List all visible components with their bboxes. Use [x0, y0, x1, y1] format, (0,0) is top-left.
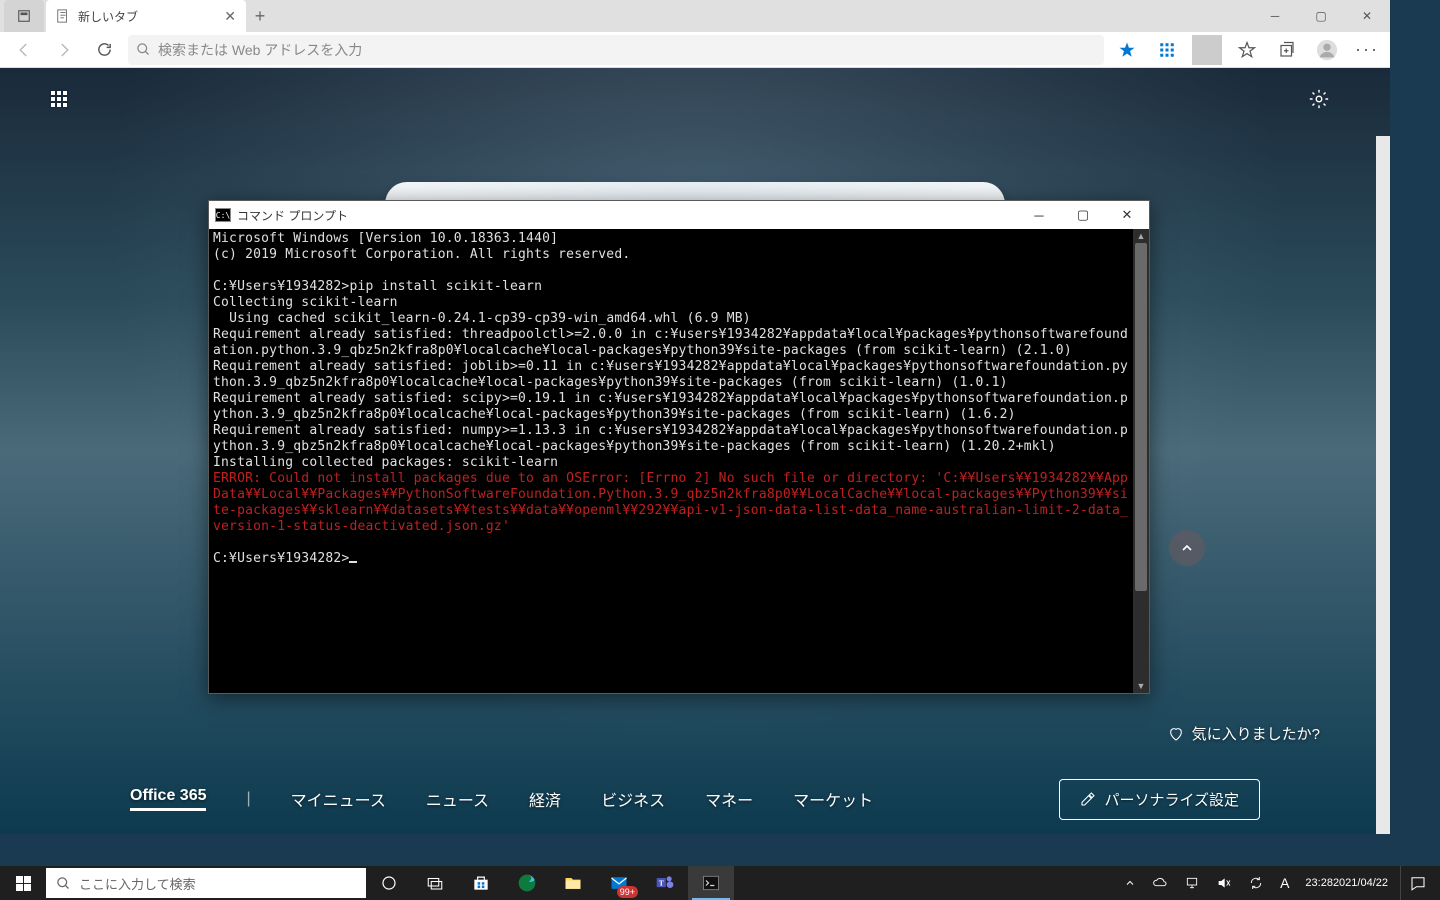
- collections-icon[interactable]: [1272, 35, 1302, 65]
- nav-separator: |: [246, 790, 250, 808]
- cmd-titlebar[interactable]: C:\ コマンド プロンプト ─ ▢ ✕: [209, 201, 1149, 229]
- tray-sync-icon[interactable]: [1244, 866, 1268, 900]
- tab-close-icon[interactable]: ✕: [224, 8, 236, 25]
- nav-market[interactable]: マーケット: [793, 787, 873, 811]
- tray-notification-icon[interactable]: [1400, 866, 1434, 900]
- cortana-icon[interactable]: [366, 866, 412, 900]
- cmd-output-error: ERROR: Could not install packages due to…: [213, 471, 1128, 534]
- cmd-minimize-button[interactable]: ─: [1017, 201, 1061, 229]
- personalize-label: パーソナライズ設定: [1104, 789, 1239, 810]
- address-bar: 検索または Web アドレスを入力 ···: [0, 32, 1390, 68]
- menu-icon[interactable]: ···: [1352, 35, 1382, 65]
- profile-icon[interactable]: [1312, 35, 1342, 65]
- refresh-button[interactable]: [88, 34, 120, 66]
- like-prompt[interactable]: 気に入りましたか?: [1168, 723, 1320, 744]
- cmd-output[interactable]: Microsoft Windows [Version 10.0.18363.14…: [209, 229, 1133, 693]
- tab-add-button[interactable]: +: [246, 6, 274, 27]
- taskbar-explorer-icon[interactable]: [550, 866, 596, 900]
- nav-business[interactable]: ビジネス: [601, 787, 665, 811]
- back-button[interactable]: [8, 34, 40, 66]
- newtab-bottom-nav: Office 365 | マイニュース ニュース 経済 ビジネス マネー マーケ…: [0, 764, 1390, 834]
- svg-text:T: T: [659, 879, 664, 888]
- scroll-up-button[interactable]: [1169, 530, 1205, 566]
- apps-grid-icon[interactable]: [1152, 35, 1182, 65]
- nav-money[interactable]: マネー: [705, 787, 753, 811]
- address-input[interactable]: 検索または Web アドレスを入力: [128, 35, 1104, 65]
- personalize-button[interactable]: パーソナライズ設定: [1059, 779, 1260, 820]
- browser-scrollbar[interactable]: [1376, 136, 1390, 834]
- tray-date: 2021/04/22: [1333, 877, 1388, 890]
- taskbar-store-icon[interactable]: [458, 866, 504, 900]
- mail-badge: 99+: [617, 886, 638, 898]
- tab-strip: 新しいタブ ✕ + ─ ▢ ✕: [0, 0, 1390, 32]
- minimize-button[interactable]: ─: [1252, 0, 1298, 32]
- maximize-button[interactable]: ▢: [1298, 0, 1344, 32]
- cmd-icon: C:\: [215, 208, 231, 222]
- scroll-thumb[interactable]: [1135, 243, 1147, 591]
- nav-office365[interactable]: Office 365: [130, 787, 206, 811]
- taskbar-search-placeholder: ここに入力して検索: [79, 874, 196, 893]
- taskbar: ここに入力して検索 99+ T A 23:28 2021/04/22: [0, 866, 1440, 900]
- tray-clock[interactable]: 23:28 2021/04/22: [1301, 866, 1392, 900]
- window-controls: ─ ▢ ✕: [1252, 0, 1390, 32]
- tab-active[interactable]: 新しいタブ ✕: [46, 0, 246, 32]
- system-tray: A 23:28 2021/04/22: [1120, 866, 1440, 900]
- tab-pinned[interactable]: [4, 0, 44, 32]
- scroll-up-arrow-icon[interactable]: ▲: [1133, 229, 1149, 243]
- nav-economy[interactable]: 経済: [529, 787, 561, 811]
- taskbar-cmd-icon[interactable]: [688, 866, 734, 900]
- cmd-prompt: C:¥Users¥1934282>: [213, 551, 349, 566]
- task-view-icon[interactable]: [412, 866, 458, 900]
- taskbar-edge-icon[interactable]: [504, 866, 550, 900]
- cmd-title-text: コマンド プロンプト: [237, 207, 348, 224]
- start-button[interactable]: [0, 866, 46, 900]
- toolbar-divider: [1192, 35, 1222, 65]
- forward-button[interactable]: [48, 34, 80, 66]
- tab-page-icon: [56, 9, 70, 23]
- tray-ime-icon[interactable]: A: [1276, 866, 1293, 900]
- tray-time: 23:28: [1305, 877, 1333, 890]
- tray-onedrive-icon[interactable]: [1148, 866, 1172, 900]
- like-prompt-label: 気に入りましたか?: [1192, 723, 1320, 744]
- address-placeholder: 検索または Web アドレスを入力: [158, 40, 362, 60]
- taskbar-mail-icon[interactable]: 99+: [596, 866, 642, 900]
- favorites-icon[interactable]: [1232, 35, 1262, 65]
- search-icon: [136, 42, 151, 57]
- tray-chevron-icon[interactable]: [1120, 866, 1140, 900]
- tray-volume-icon[interactable]: [1212, 866, 1236, 900]
- gear-icon[interactable]: [1308, 88, 1330, 110]
- app-launcher-icon[interactable]: [50, 90, 68, 108]
- tray-network-icon[interactable]: [1180, 866, 1204, 900]
- nav-mynews[interactable]: マイニュース: [291, 787, 386, 811]
- command-prompt-window: C:\ コマンド プロンプト ─ ▢ ✕ Microsoft Windows […: [208, 200, 1150, 694]
- taskbar-search-input[interactable]: ここに入力して検索: [46, 868, 366, 898]
- cmd-scrollbar[interactable]: ▲ ▼: [1133, 229, 1149, 693]
- nav-news[interactable]: ニュース: [426, 787, 489, 811]
- cmd-output-plain: Microsoft Windows [Version 10.0.18363.14…: [213, 231, 1128, 470]
- cursor-icon: [349, 561, 357, 563]
- scroll-down-arrow-icon[interactable]: ▼: [1133, 679, 1149, 693]
- favorite-star-icon[interactable]: [1112, 35, 1142, 65]
- cmd-close-button[interactable]: ✕: [1105, 201, 1149, 229]
- close-button[interactable]: ✕: [1344, 0, 1390, 32]
- taskbar-teams-icon[interactable]: T: [642, 866, 688, 900]
- windows-logo-icon: [15, 875, 31, 891]
- cmd-maximize-button[interactable]: ▢: [1061, 201, 1105, 229]
- tab-title: 新しいタブ: [78, 8, 138, 25]
